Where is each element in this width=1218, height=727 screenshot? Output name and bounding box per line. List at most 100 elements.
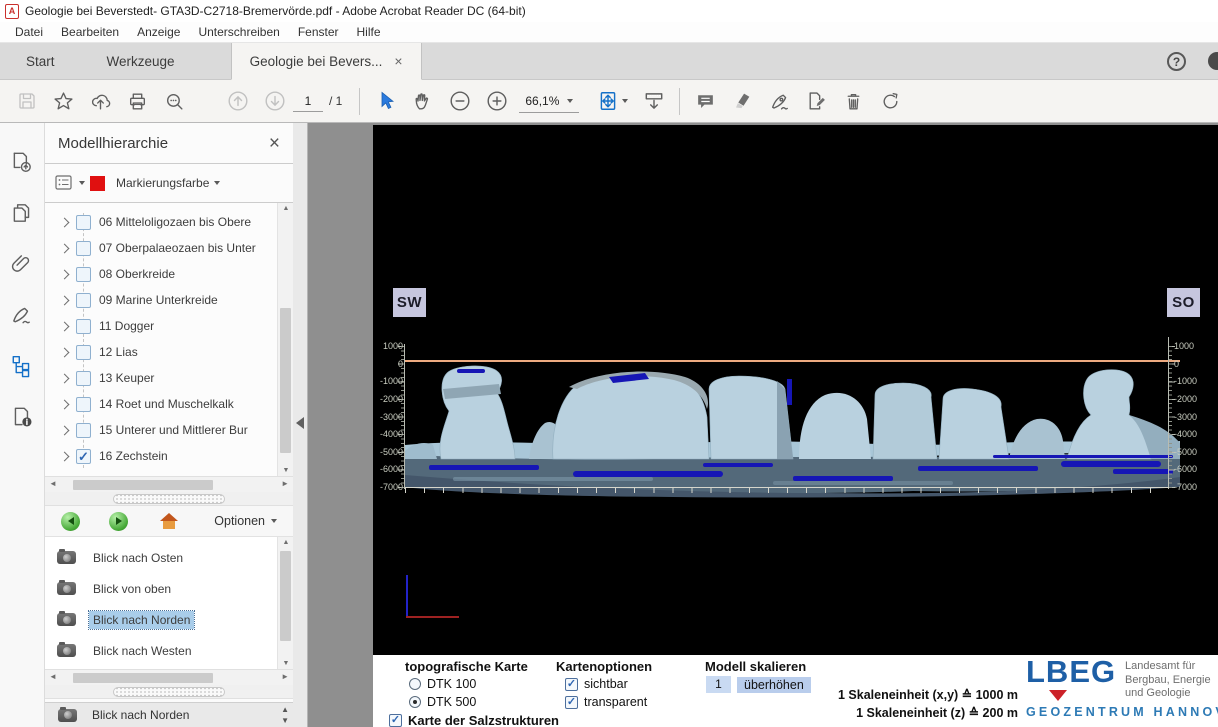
expander-icon[interactable] — [60, 451, 70, 461]
collapse-panel-button[interactable] — [296, 417, 304, 429]
tree-item[interactable]: 07 Oberpalaeozaen bis Unter — [53, 235, 276, 261]
view-item[interactable]: Blick nach Norden — [57, 604, 276, 635]
checkbox-checked-icon[interactable]: ✓ — [389, 714, 402, 727]
more-tools-button[interactable] — [798, 85, 835, 117]
visibility-checkbox[interactable] — [76, 267, 91, 282]
expander-icon[interactable] — [60, 373, 70, 383]
highlight-button[interactable] — [724, 85, 761, 117]
panel-splitter[interactable] — [45, 685, 293, 699]
fill-sign-button[interactable] — [761, 85, 798, 117]
expander-icon[interactable] — [60, 347, 70, 357]
visibility-checkbox[interactable] — [76, 215, 91, 230]
zoom-in-button[interactable] — [478, 85, 515, 117]
expander-icon[interactable] — [60, 243, 70, 253]
visibility-checkbox[interactable] — [76, 345, 91, 360]
menu-anzeige[interactable]: Anzeige — [128, 22, 189, 42]
visibility-checkbox[interactable] — [76, 293, 91, 308]
expander-icon[interactable] — [60, 217, 70, 227]
views-vertical-scrollbar[interactable]: ▲ ▼ — [277, 537, 293, 669]
expander-icon[interactable] — [60, 321, 70, 331]
views-horizontal-scrollbar[interactable]: ◄ ► — [45, 669, 293, 685]
visibility-checkbox[interactable] — [76, 371, 91, 386]
radio-dtk500[interactable]: DTK 500 — [409, 695, 476, 709]
tree-item[interactable]: ✓16 Zechstein — [53, 443, 276, 469]
menu-fenster[interactable]: Fenster — [289, 22, 348, 42]
fit-page-button[interactable] — [589, 85, 635, 117]
tab-start[interactable]: Start — [0, 43, 81, 79]
expander-icon[interactable] — [60, 295, 70, 305]
tree-item[interactable]: 13 Keuper — [53, 365, 276, 391]
select-tool-button[interactable] — [367, 85, 404, 117]
expander-icon[interactable] — [60, 399, 70, 409]
save-button[interactable] — [8, 85, 45, 117]
menu-hilfe[interactable]: Hilfe — [348, 22, 390, 42]
tree-item[interactable]: 12 Lias — [53, 339, 276, 365]
tree-item[interactable]: 15 Unterer und Mittlerer Bur — [53, 417, 276, 443]
visibility-checkbox[interactable] — [76, 241, 91, 256]
search-button[interactable] — [156, 85, 193, 117]
tree-item[interactable]: 06 Mitteloligozaen bis Obere — [53, 209, 276, 235]
tree-item[interactable]: 11 Dogger — [53, 313, 276, 339]
marker-color-swatch[interactable] — [90, 176, 105, 191]
checkbox-checked-icon[interactable]: ✓ — [565, 696, 578, 709]
3d-viewport[interactable]: 10000-1000-2000-3000-4000-5000-6000-7000… — [373, 125, 1218, 655]
next-view-button[interactable] — [109, 512, 128, 531]
menu-bearbeiten[interactable]: Bearbeiten — [52, 22, 128, 42]
chevron-down-icon[interactable] — [79, 181, 85, 185]
home-view-button[interactable] — [160, 513, 178, 529]
expander-icon[interactable] — [60, 425, 70, 435]
previous-view-button[interactable] — [61, 512, 80, 531]
tab-werkzeuge[interactable]: Werkzeuge — [81, 43, 201, 79]
tree-horizontal-scrollbar[interactable]: ◄ ► — [45, 476, 293, 492]
tab-document[interactable]: Geologie bei Bevers... × — [231, 43, 422, 80]
hand-tool-button[interactable] — [404, 85, 441, 117]
salt-structures-checkbox[interactable]: ✓ Karte der Salzstrukturen — [389, 713, 559, 727]
view-item[interactable]: Blick nach Westen — [57, 635, 276, 666]
panel-close-icon[interactable]: × — [269, 134, 280, 153]
expander-icon[interactable] — [60, 269, 70, 279]
visible-checkbox[interactable]: ✓ sichtbar — [565, 677, 628, 691]
account-icon[interactable] — [1208, 52, 1218, 70]
zoom-out-button[interactable] — [441, 85, 478, 117]
options-menu-button[interactable]: Optionen — [214, 514, 277, 528]
checkbox-checked-icon[interactable]: ✓ — [565, 678, 578, 691]
page-number-input[interactable] — [293, 91, 323, 112]
delete-button[interactable] — [835, 85, 872, 117]
share-cloud-button[interactable] — [82, 85, 119, 117]
view-item[interactable]: Blick von oben — [57, 573, 276, 604]
next-page-button[interactable] — [256, 85, 293, 117]
nav-document-info-icon[interactable] — [7, 402, 37, 432]
nav-signatures-icon[interactable] — [7, 300, 37, 330]
visibility-checkbox-checked[interactable]: ✓ — [76, 449, 91, 464]
refresh-button[interactable] — [872, 85, 909, 117]
nav-model-tree-icon[interactable] — [7, 351, 37, 381]
tree-item[interactable]: 14 Roet und Muschelkalk — [53, 391, 276, 417]
reading-mode-button[interactable] — [635, 85, 672, 117]
radio-selected-icon[interactable] — [409, 696, 421, 708]
radio-dtk100[interactable]: DTK 100 — [409, 677, 476, 691]
tree-item[interactable]: 09 Marine Unterkreide — [53, 287, 276, 313]
menu-unterschreiben[interactable]: Unterschreiben — [189, 22, 288, 42]
nav-attachments-icon[interactable] — [7, 249, 37, 279]
exaggerate-button[interactable]: überhöhen — [737, 677, 811, 693]
print-button[interactable] — [119, 85, 156, 117]
model-options-icon[interactable] — [55, 175, 74, 192]
tree-vertical-scrollbar[interactable]: ▲ ▼ — [277, 203, 293, 476]
favorite-star-button[interactable] — [45, 85, 82, 117]
panel-splitter[interactable] — [45, 492, 293, 506]
current-view-row[interactable]: Blick nach Norden ▲▼ — [45, 702, 293, 727]
radio-icon[interactable] — [409, 678, 421, 690]
view-spinner[interactable]: ▲▼ — [281, 704, 289, 726]
help-icon[interactable]: ? — [1167, 52, 1186, 71]
scale-value-input[interactable]: 1 — [706, 676, 731, 693]
comment-button[interactable] — [687, 85, 724, 117]
nav-convert-icon[interactable] — [7, 147, 37, 177]
tab-close-icon[interactable]: × — [394, 53, 402, 69]
nav-page-thumbnails-icon[interactable] — [7, 198, 37, 228]
chevron-down-icon[interactable] — [214, 181, 220, 185]
tree-item[interactable]: 08 Oberkreide — [53, 261, 276, 287]
visibility-checkbox[interactable] — [76, 423, 91, 438]
visibility-checkbox[interactable] — [76, 397, 91, 412]
view-item[interactable]: Blick nach Osten — [57, 542, 276, 573]
menu-datei[interactable]: Datei — [6, 22, 52, 42]
